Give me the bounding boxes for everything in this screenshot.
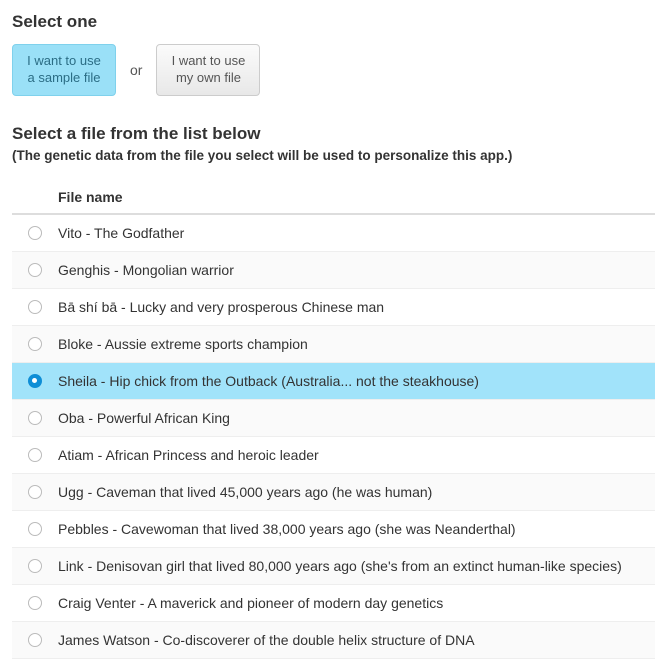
table-row[interactable]: Oba - Powerful African King xyxy=(12,400,655,437)
table-row[interactable]: Link - Denisovan girl that lived 80,000 … xyxy=(12,548,655,585)
radio-icon[interactable] xyxy=(28,522,42,536)
table-row[interactable]: Sheila - Hip chick from the Outback (Aus… xyxy=(12,363,655,400)
radio-icon[interactable] xyxy=(28,337,42,351)
select-file-subheading: (The genetic data from the file you sele… xyxy=(12,148,655,163)
file-name-label: James Watson - Co-discoverer of the doub… xyxy=(58,632,647,648)
select-file-heading: Select a file from the list below xyxy=(12,124,655,144)
radio-icon[interactable] xyxy=(28,633,42,647)
file-name-label: Craig Venter - A maverick and pioneer of… xyxy=(58,595,647,611)
file-name-label: Atiam - African Princess and heroic lead… xyxy=(58,447,647,463)
file-name-label: Sheila - Hip chick from the Outback (Aus… xyxy=(58,373,647,389)
select-one-heading: Select one xyxy=(12,12,655,32)
table-row[interactable]: Vito - The Godfather xyxy=(12,215,655,252)
file-source-choice-row: I want to use a sample file or I want to… xyxy=(12,44,655,96)
table-row[interactable]: Genghis - Mongolian warrior xyxy=(12,252,655,289)
file-name-label: Oba - Powerful African King xyxy=(58,410,647,426)
table-row[interactable]: Bā shí bā - Lucky and very prosperous Ch… xyxy=(12,289,655,326)
file-name-label: Link - Denisovan girl that lived 80,000 … xyxy=(58,558,647,574)
sample-file-button[interactable]: I want to use a sample file xyxy=(12,44,116,96)
radio-icon[interactable] xyxy=(28,263,42,277)
file-name-label: Bā shí bā - Lucky and very prosperous Ch… xyxy=(58,299,647,315)
file-name-label: Pebbles - Cavewoman that lived 38,000 ye… xyxy=(58,521,647,537)
table-row[interactable]: James Watson - Co-discoverer of the doub… xyxy=(12,622,655,659)
file-list: Vito - The Godfather Genghis - Mongolian … xyxy=(12,215,655,659)
table-row[interactable]: Ugg - Caveman that lived 45,000 years ag… xyxy=(12,474,655,511)
file-name-label: Genghis - Mongolian warrior xyxy=(58,262,647,278)
table-row[interactable]: Atiam - African Princess and heroic lead… xyxy=(12,437,655,474)
file-name-column-header: File name xyxy=(12,181,655,215)
file-name-label: Vito - The Godfather xyxy=(58,225,647,241)
radio-icon[interactable] xyxy=(28,485,42,499)
file-name-label: Ugg - Caveman that lived 45,000 years ag… xyxy=(58,484,647,500)
table-row[interactable]: Craig Venter - A maverick and pioneer of… xyxy=(12,585,655,622)
file-name-label: Bloke - Aussie extreme sports champion xyxy=(58,336,647,352)
radio-icon[interactable] xyxy=(28,448,42,462)
radio-icon[interactable] xyxy=(28,596,42,610)
radio-icon[interactable] xyxy=(28,226,42,240)
radio-icon[interactable] xyxy=(28,300,42,314)
or-label: or xyxy=(130,62,142,78)
radio-icon[interactable] xyxy=(28,411,42,425)
table-row[interactable]: Bloke - Aussie extreme sports champion xyxy=(12,326,655,363)
table-row[interactable]: Pebbles - Cavewoman that lived 38,000 ye… xyxy=(12,511,655,548)
radio-icon[interactable] xyxy=(28,374,42,388)
own-file-button[interactable]: I want to use my own file xyxy=(156,44,260,96)
radio-icon[interactable] xyxy=(28,559,42,573)
